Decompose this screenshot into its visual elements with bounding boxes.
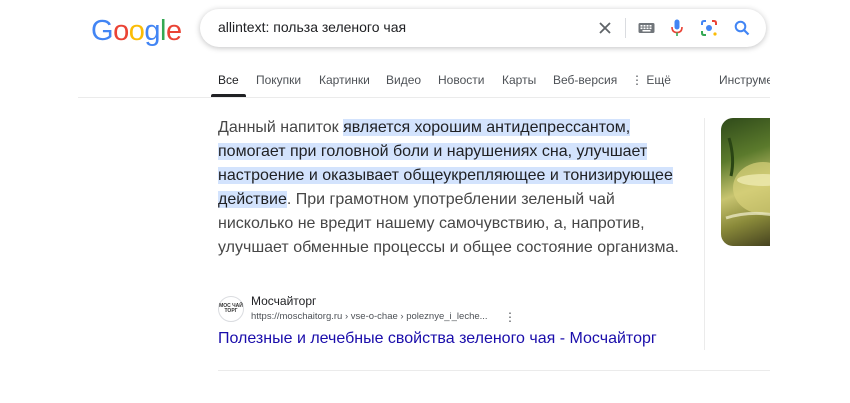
tab-all[interactable]: Все <box>218 73 239 87</box>
tab-videos[interactable]: Видео <box>386 73 421 87</box>
google-logo[interactable]: Google <box>91 14 182 48</box>
search-box[interactable]: allintext: польза зеленого чая <box>200 9 766 47</box>
tabs-divider <box>78 97 770 98</box>
more-options-icon[interactable]: ⋮ <box>504 311 516 323</box>
logo-letter: o <box>128 15 145 47</box>
close-icon[interactable] <box>595 18 615 38</box>
result-title-link[interactable]: Полезные и лечебные свойства зеленого ча… <box>218 330 657 348</box>
tab-images[interactable]: Картинки <box>319 73 370 87</box>
logo-letter: o <box>113 15 129 47</box>
logo-letter: g <box>144 15 160 47</box>
result-divider <box>218 370 770 371</box>
search-icon[interactable] <box>732 18 752 38</box>
tab-tools[interactable]: Инструме <box>719 73 773 87</box>
site-name[interactable]: Мосчайторг <box>251 294 316 308</box>
microphone-icon[interactable] <box>667 18 687 38</box>
tab-web[interactable]: Веб-версия <box>553 73 617 87</box>
tab-shopping[interactable]: Покупки <box>256 73 301 87</box>
keyboard-icon[interactable] <box>636 18 656 38</box>
lens-icon[interactable] <box>699 18 719 38</box>
tab-maps[interactable]: Карты <box>502 73 536 87</box>
logo-letter: e <box>165 15 182 47</box>
snippet-text: Данный напиток <box>218 119 344 136</box>
snippet-text: . При грамотном употреблении зеленый чай… <box>218 191 679 256</box>
vertical-divider <box>704 118 705 350</box>
search-input[interactable]: allintext: польза зеленого чая <box>218 19 406 35</box>
site-favicon: МОС ЧАЙ ТОРГ <box>218 296 244 322</box>
page-edge <box>770 0 850 403</box>
search-divider <box>625 18 626 38</box>
site-url[interactable]: https://moschaitorg.ru › vse-o-chae › po… <box>251 311 488 322</box>
logo-letter: G <box>91 15 114 47</box>
tab-more[interactable]: ⋮ Ещё <box>631 73 671 87</box>
tab-news[interactable]: Новости <box>438 73 484 87</box>
result-snippet: Данный напиток является хорошим антидепр… <box>218 116 688 260</box>
